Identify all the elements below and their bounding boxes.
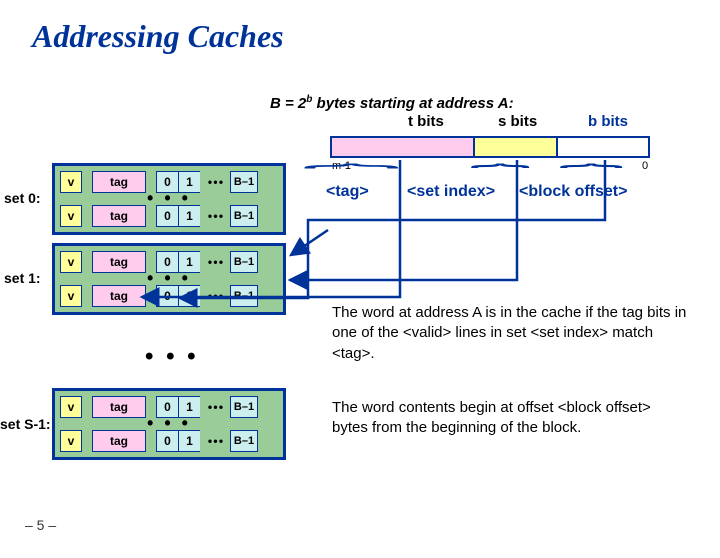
data-cell: 1 (178, 430, 200, 452)
line-ellipsis: • • • (60, 418, 278, 430)
tag-cell: tag (92, 430, 146, 452)
tag-cell: tag (92, 285, 146, 307)
data-cell-last: B–1 (230, 396, 258, 418)
addr-tag-field (332, 138, 475, 156)
dots-icon: • • • (200, 205, 230, 227)
explain-hit: The word at address A is in the cache if… (332, 303, 687, 364)
field-block: <block offset> (519, 183, 627, 201)
data-cell: 1 (178, 205, 200, 227)
addr-block-field (558, 138, 648, 156)
valid-cell: v (60, 251, 82, 273)
valid-cell: v (60, 171, 82, 193)
caption: B = 2b bytes starting at address A: (270, 94, 514, 112)
line-ellipsis: • • • (60, 193, 278, 205)
bit-0: 0 (642, 160, 648, 172)
valid-cell: v (60, 396, 82, 418)
sbits-label: s bits (498, 113, 537, 130)
valid-cell: v (60, 285, 82, 307)
set1-box: v tag 0 1 • • • B–1 • • • v tag 0 1 • • … (52, 243, 286, 315)
tag-cell: tag (92, 396, 146, 418)
slide-number: – 5 – (25, 517, 56, 533)
cache-line: v tag 0 1 • • • B–1 (60, 430, 278, 452)
valid-cell: v (60, 205, 82, 227)
tag-cell: tag (92, 205, 146, 227)
tbits-label: t bits (408, 113, 444, 130)
set0-box: v tag 0 1 • • • B–1 • • • v tag 0 1 • • … (52, 163, 286, 235)
explain-offset: The word contents begin at offset <block… (332, 398, 687, 439)
data-cell-last: B–1 (230, 171, 258, 193)
tag-cell: tag (92, 171, 146, 193)
cache-line: v tag 0 1 • • • B–1 (60, 205, 278, 227)
dots-icon: • • • (200, 251, 230, 273)
dots-icon: • • • (200, 285, 230, 307)
valid-cell: v (60, 430, 82, 452)
data-cell-last: B–1 (230, 285, 258, 307)
tag-cell: tag (92, 251, 146, 273)
line-ellipsis: • • • (60, 273, 278, 285)
setS-label: set S-1: (0, 416, 51, 432)
set1-label: set 1: (4, 270, 41, 286)
set0-label: set 0: (4, 190, 41, 206)
data-cell: 0 (156, 285, 178, 307)
dots-icon: • • • (200, 430, 230, 452)
field-set: <set index> (407, 183, 495, 201)
data-cell: 0 (156, 430, 178, 452)
address-box (330, 136, 650, 158)
dots-icon: • • • (200, 171, 230, 193)
setS-box: v tag 0 1 • • • B–1 • • • v tag 0 1 • • … (52, 388, 286, 460)
data-cell-last: B–1 (230, 430, 258, 452)
field-tag: <tag> (326, 183, 369, 201)
dots-icon: • • • (200, 396, 230, 418)
bbits-label: b bits (588, 113, 628, 130)
data-cell-last: B–1 (230, 251, 258, 273)
addr-set-field (475, 138, 558, 156)
data-cell-last: B–1 (230, 205, 258, 227)
cache-line: v tag 0 1 • • • B–1 (60, 285, 278, 307)
set-ellipsis: • • • (145, 343, 199, 371)
data-cell: 0 (156, 205, 178, 227)
data-cell: 1 (178, 285, 200, 307)
page-title: Addressing Caches (32, 18, 720, 55)
